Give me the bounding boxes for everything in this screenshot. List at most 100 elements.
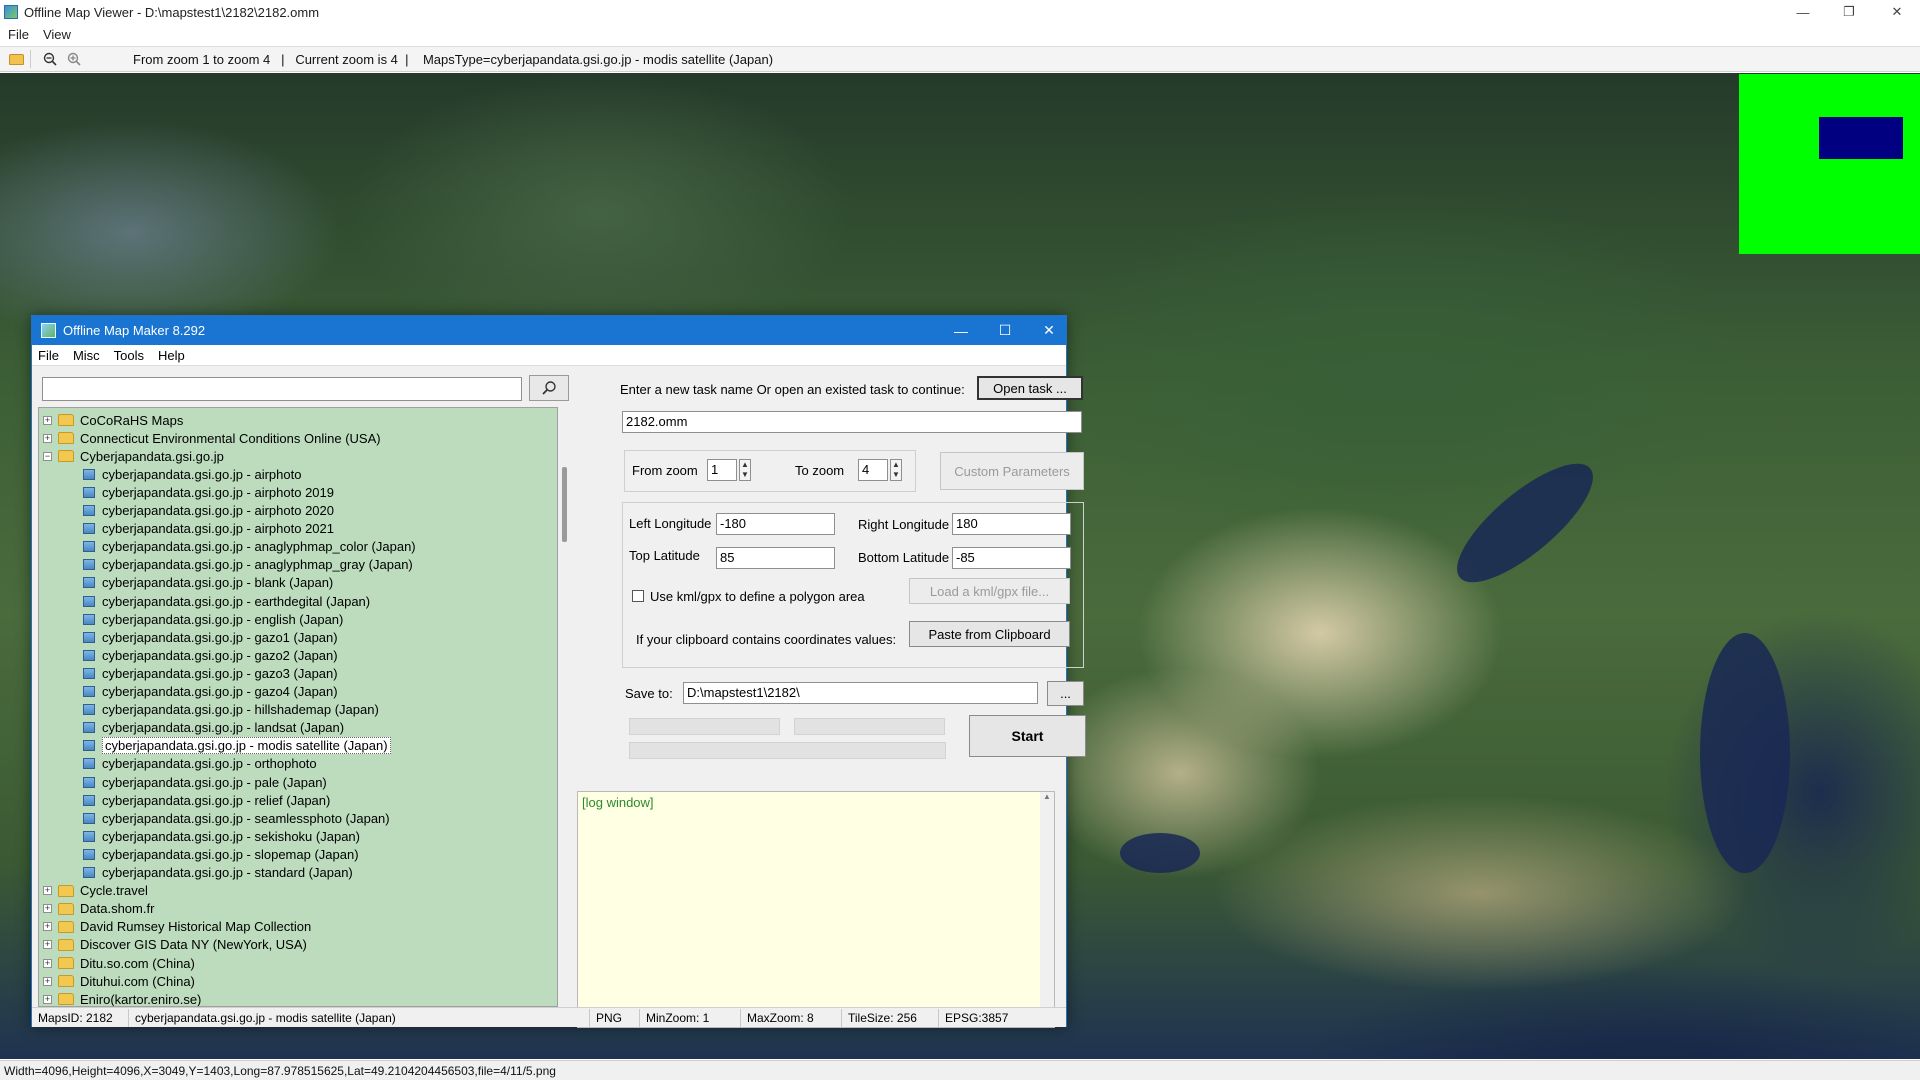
from-zoom-input[interactable]: 1: [707, 459, 737, 481]
minimize-button[interactable]: —: [1780, 0, 1826, 24]
tree-folder-node[interactable]: + Data.shom.fr: [43, 900, 154, 918]
paste-from-clipboard-button[interactable]: Paste from Clipboard: [909, 621, 1070, 647]
tree-node-label: cyberjapandata.gsi.go.jp - orthophoto: [102, 756, 317, 772]
dialog-menu-file[interactable]: File: [38, 348, 59, 363]
dialog-maximize-button[interactable]: ☐: [982, 316, 1028, 345]
map-search-input[interactable]: [42, 377, 522, 401]
browse-folder-button[interactable]: ...: [1047, 681, 1084, 706]
to-zoom-input[interactable]: 4: [858, 459, 888, 481]
maps-tree[interactable]: + CoCoRaHS Maps + Connecticut Environmental…: [38, 407, 558, 1007]
tree-map-node[interactable]: cyberjapandata.gsi.go.jp - anaglyphmap_c…: [83, 538, 416, 556]
tree-node-label: Dituhui.com (China): [80, 973, 195, 989]
expand-icon[interactable]: +: [43, 958, 52, 968]
map-image-icon: [83, 468, 95, 480]
menu-view[interactable]: View: [43, 27, 71, 42]
tree-map-node[interactable]: cyberjapandata.gsi.go.jp - earthdegital …: [83, 592, 370, 610]
map-image-icon: [83, 848, 95, 860]
expand-icon[interactable]: +: [43, 433, 52, 443]
tree-map-node[interactable]: cyberjapandata.gsi.go.jp - standard (Jap…: [83, 864, 353, 882]
zoom-out-icon[interactable]: [41, 50, 59, 68]
tree-folder-node[interactable]: + Discover GIS Data NY (NewYork, USA): [43, 936, 307, 954]
tree-node-label: Discover GIS Data NY (NewYork, USA): [80, 937, 307, 953]
tree-folder-node[interactable]: + Eniro(kartor.eniro.se): [43, 990, 201, 1006]
tree-map-node[interactable]: cyberjapandata.gsi.go.jp - airphoto: [83, 465, 301, 483]
tree-map-node[interactable]: cyberjapandata.gsi.go.jp - anaglyphmap_g…: [83, 556, 413, 574]
tree-node-label: Data.shom.fr: [80, 901, 155, 917]
tree-map-node[interactable]: cyberjapandata.gsi.go.jp - pale (Japan): [83, 773, 327, 791]
tree-map-node[interactable]: cyberjapandata.gsi.go.jp - relief (Japan…: [83, 791, 330, 809]
tree-folder-node[interactable]: + CoCoRaHS Maps: [43, 411, 183, 429]
task-name-input[interactable]: 2182.omm: [622, 411, 1082, 433]
tree-map-node[interactable]: cyberjapandata.gsi.go.jp - airphoto 2020: [83, 502, 334, 520]
right-longitude-input[interactable]: 180: [952, 513, 1071, 535]
dialog-minimize-button[interactable]: —: [938, 316, 984, 345]
save-to-input[interactable]: D:\mapstest1\2182\: [683, 682, 1038, 704]
left-longitude-input[interactable]: -180: [716, 513, 835, 535]
close-button[interactable]: ✕: [1874, 0, 1920, 24]
tree-folder-node[interactable]: + David Rumsey Historical Map Collection: [43, 918, 311, 936]
expand-icon[interactable]: +: [43, 415, 52, 425]
start-button[interactable]: Start: [969, 715, 1086, 757]
tree-scrollbar[interactable]: [559, 407, 571, 1007]
expand-icon[interactable]: +: [43, 994, 52, 1004]
tree-folder-node[interactable]: + Cycle.travel: [43, 882, 148, 900]
tree-map-node[interactable]: cyberjapandata.gsi.go.jp - hillshademap …: [83, 701, 379, 719]
tree-map-node[interactable]: cyberjapandata.gsi.go.jp - seamlessphoto…: [83, 809, 390, 827]
log-text: [log window]: [582, 795, 654, 810]
tree-map-node[interactable]: cyberjapandata.gsi.go.jp - blank (Japan): [83, 574, 333, 592]
dialog-menu-tools[interactable]: Tools: [114, 348, 144, 363]
tree-map-node[interactable]: cyberjapandata.gsi.go.jp - gazo3 (Japan): [83, 664, 338, 682]
tree-map-node[interactable]: cyberjapandata.gsi.go.jp - slopemap (Jap…: [83, 845, 359, 863]
tree-node-label: cyberjapandata.gsi.go.jp - airphoto 2021: [102, 521, 334, 537]
tree-map-node[interactable]: cyberjapandata.gsi.go.jp - gazo4 (Japan): [83, 683, 338, 701]
tree-map-node[interactable]: cyberjapandata.gsi.go.jp - airphoto 2021: [83, 520, 334, 538]
folder-icon: [58, 920, 74, 933]
dialog-menu-misc[interactable]: Misc: [73, 348, 100, 363]
load-kml-button[interactable]: Load a kml/gpx file...: [909, 578, 1070, 604]
dialog-close-button[interactable]: ✕: [1026, 316, 1072, 345]
tree-folder-node[interactable]: + Connecticut Environmental Conditions On…: [43, 429, 381, 447]
menubar: File View: [0, 24, 1920, 44]
from-zoom-spinner[interactable]: ▲ ▼: [739, 459, 751, 481]
tree-map-node[interactable]: cyberjapandata.gsi.go.jp - landsat (Japa…: [83, 719, 344, 737]
to-zoom-spinner[interactable]: ▲ ▼: [890, 459, 902, 481]
collapse-icon[interactable]: −: [43, 451, 52, 461]
tree-map-node[interactable]: cyberjapandata.gsi.go.jp - airphoto 2019: [83, 483, 334, 501]
top-latitude-input[interactable]: 85: [716, 547, 835, 569]
dialog-menu-help[interactable]: Help: [158, 348, 185, 363]
zoom-in-icon[interactable]: [65, 50, 83, 68]
expand-icon[interactable]: +: [43, 904, 52, 914]
log-scrollbar[interactable]: ▲: [1040, 792, 1054, 1027]
tree-map-node[interactable]: cyberjapandata.gsi.go.jp - gazo1 (Japan): [83, 628, 338, 646]
tree-folder-node[interactable]: + Ditu.so.com (China): [43, 954, 195, 972]
tree-map-node[interactable]: cyberjapandata.gsi.go.jp - orthophoto: [83, 755, 317, 773]
use-kml-checkbox[interactable]: [632, 590, 644, 602]
expand-icon[interactable]: +: [43, 922, 52, 932]
expand-icon[interactable]: +: [43, 886, 52, 896]
tree-node-label: cyberjapandata.gsi.go.jp - airphoto: [102, 466, 302, 482]
tree-folder-node[interactable]: − Cyberjapandata.gsi.go.jp: [43, 447, 224, 465]
search-button[interactable]: [529, 375, 569, 401]
tree-map-node[interactable]: cyberjapandata.gsi.go.jp - gazo2 (Japan): [83, 646, 338, 664]
save-to-label: Save to:: [625, 686, 673, 701]
tree-node-label: cyberjapandata.gsi.go.jp - pale (Japan): [102, 774, 327, 790]
expand-icon[interactable]: +: [43, 940, 52, 950]
expand-icon[interactable]: +: [43, 976, 52, 986]
log-window[interactable]: [log window] ▲: [577, 791, 1055, 1028]
folder-icon: [58, 450, 74, 463]
map-image-icon: [83, 577, 95, 589]
tree-scrollbar-thumb[interactable]: [562, 467, 567, 542]
tree-map-node[interactable]: cyberjapandata.gsi.go.jp - english (Japa…: [83, 610, 343, 628]
open-task-button[interactable]: Open task ...: [977, 376, 1083, 400]
maximize-button[interactable]: ❐: [1826, 0, 1872, 24]
custom-parameters-button[interactable]: Custom Parameters: [940, 452, 1084, 490]
overview-minimap[interactable]: [1739, 74, 1920, 254]
bottom-latitude-input[interactable]: -85: [952, 547, 1071, 569]
tree-node-label: cyberjapandata.gsi.go.jp - hillshademap …: [102, 702, 379, 718]
overview-viewport-rect[interactable]: [1819, 117, 1903, 159]
open-folder-icon[interactable]: [9, 53, 24, 65]
menu-file[interactable]: File: [8, 27, 29, 42]
tree-map-node[interactable]: cyberjapandata.gsi.go.jp - sekishoku (Ja…: [83, 827, 360, 845]
tree-map-node[interactable]: cyberjapandata.gsi.go.jp - modis satelli…: [83, 737, 391, 755]
tree-folder-node[interactable]: + Dituhui.com (China): [43, 972, 195, 990]
